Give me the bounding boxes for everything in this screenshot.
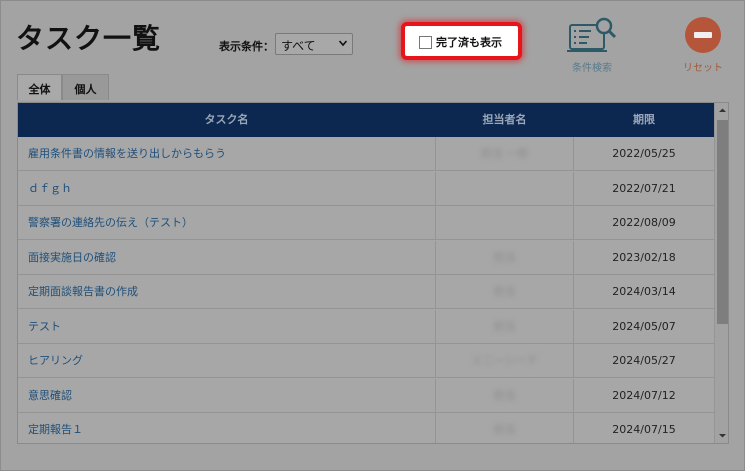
task-name-link[interactable]: テスト: [18, 310, 435, 344]
filter-label: 表示条件：: [219, 40, 274, 53]
table-row[interactable]: 意思確認 担当 2024/07/12: [18, 378, 714, 413]
table-row[interactable]: 面接実施日の確認 担当 2023/02/18: [18, 240, 714, 275]
reset-label: リセット: [683, 63, 723, 74]
search-list-icon: [567, 17, 617, 52]
assignee-cell: 担当 一郎: [435, 137, 574, 171]
assignee-cell: 担当: [435, 378, 574, 413]
assignee-cell: [435, 171, 574, 206]
table-header: タスク名 担当者名 期限: [18, 103, 714, 137]
assignee-cell: [435, 206, 574, 240]
task-name-link[interactable]: ｄｆｇｈ: [18, 172, 435, 206]
table-row[interactable]: 警察署の連絡先の伝え（テスト） 2022/08/09: [18, 206, 714, 240]
filter-select-value: すべて: [281, 39, 316, 53]
deadline-cell: 2024/05/07: [612, 319, 676, 333]
assignee-cell: 担当: [435, 275, 574, 309]
assignee-name: ミ二ーシーデ: [471, 354, 538, 367]
header-assignee[interactable]: 担当者名: [435, 103, 574, 137]
header-deadline[interactable]: 期限: [574, 103, 714, 137]
minus-bar: [694, 32, 712, 38]
table-row[interactable]: ｄｆｇｈ 2022/07/21: [18, 171, 714, 206]
tab-personal[interactable]: 個人: [62, 74, 109, 100]
assignee-cell: ミ二ーシーデ: [435, 344, 574, 378]
assignee-cell: 担当: [435, 309, 574, 344]
assignee-name: 担当: [493, 388, 516, 402]
header-task-name[interactable]: タスク名: [18, 103, 435, 137]
table-row[interactable]: 定期面談報告書の作成 担当 2024/03/14: [18, 275, 714, 309]
chevron-down-icon: [339, 40, 347, 47]
deadline-cell: 2023/02/18: [612, 250, 676, 264]
assignee-name: 担当: [493, 423, 516, 436]
table-scrollbar[interactable]: [714, 103, 729, 443]
assignee-cell: 担当: [435, 240, 574, 275]
task-name-link[interactable]: 面接実施日の確認: [18, 241, 435, 275]
deadline-cell: 2024/03/14: [612, 285, 676, 298]
tab-all[interactable]: 全体: [17, 74, 62, 100]
assignee-name: 担当 一郎: [480, 147, 529, 160]
task-name-link[interactable]: 定期報告１: [18, 413, 435, 443]
table-row[interactable]: 定期報告１ 担当 2024/07/15: [18, 413, 714, 443]
assignee-name: 担当: [493, 319, 516, 333]
scroll-down-arrow-icon[interactable]: [715, 428, 729, 443]
table-row[interactable]: テスト 担当 2024/05/07: [18, 309, 714, 344]
reset-button[interactable]: リセット: [677, 17, 733, 74]
show-completed-checkbox[interactable]: [419, 36, 432, 49]
table-row[interactable]: ヒアリング ミ二ーシーデ 2024/05/27: [18, 344, 714, 378]
minus-circle-icon: [685, 17, 721, 53]
deadline-cell: 2024/07/15: [612, 423, 676, 436]
condition-search-button[interactable]: 条件検索: [563, 17, 621, 74]
task-name-link[interactable]: 雇用条件書の情報を送り出しからもらう: [18, 137, 435, 171]
deadline-cell: 2024/07/12: [612, 388, 676, 402]
task-name-link[interactable]: 警察署の連絡先の伝え（テスト）: [18, 206, 435, 240]
task-name-link[interactable]: ヒアリング: [18, 344, 435, 378]
assignee-name: 担当: [493, 285, 516, 298]
scrollbar-thumb[interactable]: [717, 120, 728, 324]
deadline-cell: 2022/07/21: [612, 181, 676, 195]
show-completed-highlight: 完了済も表示: [401, 22, 522, 60]
app-window: タスク一覧 表示条件： すべて 完了済も表示 条件検索 リセット 全体 個人 タ…: [0, 0, 745, 471]
deadline-cell: 2022/08/09: [612, 216, 676, 229]
deadline-cell: 2022/05/25: [612, 147, 676, 160]
task-name-link[interactable]: 意思確認: [18, 379, 435, 413]
scroll-up-arrow-icon[interactable]: [715, 103, 729, 118]
assignee-name: 担当: [493, 250, 516, 264]
page-title: タスク一覧: [16, 22, 162, 55]
condition-search-label: 条件検索: [572, 63, 612, 74]
table-row[interactable]: 雇用条件書の情報を送り出しからもらう 担当 一郎 2022/05/25: [18, 137, 714, 171]
show-completed-label[interactable]: 完了済も表示: [436, 34, 502, 50]
filter-select[interactable]: すべて: [275, 33, 353, 55]
assignee-cell: 担当: [435, 413, 574, 443]
task-name-link[interactable]: 定期面談報告書の作成: [18, 275, 435, 309]
task-table: タスク名 担当者名 期限 雇用条件書の情報を送り出しからもらう 担当 一郎 20…: [17, 102, 729, 444]
deadline-cell: 2024/05/27: [612, 354, 676, 367]
